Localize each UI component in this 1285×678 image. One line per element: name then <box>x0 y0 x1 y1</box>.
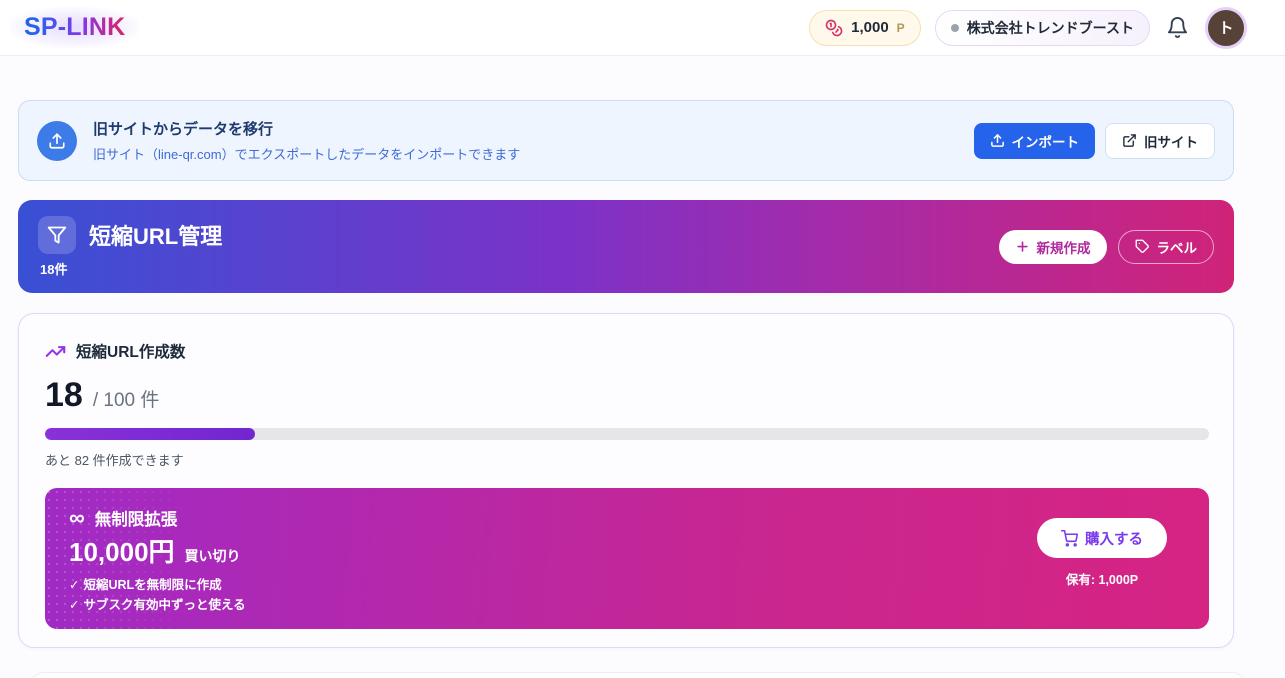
page-title: 短縮URL管理 <box>89 219 222 251</box>
buy-button[interactable]: 購入する <box>1037 518 1167 558</box>
page: SP-LINK 1,000 P 株式会社トレンドブースト <box>0 0 1285 678</box>
trending-up-icon <box>45 341 66 362</box>
top-header: SP-LINK 1,000 P 株式会社トレンドブースト <box>0 0 1285 56</box>
points-value: 1,000 <box>851 19 889 36</box>
create-new-button[interactable]: 新規作成 <box>999 230 1107 264</box>
avatar[interactable]: ト <box>1205 7 1247 49</box>
cart-icon <box>1061 530 1078 547</box>
check-icon: ✓ <box>69 575 79 595</box>
migration-title: 旧サイトからデータを移行 <box>93 118 520 139</box>
infinity-icon: ∞ <box>69 507 85 529</box>
balance-text: 保有: 1,000P <box>1066 569 1138 588</box>
next-card-peek <box>30 672 1246 678</box>
upsell-price: 10,000円 <box>69 539 175 565</box>
upload-circle-icon <box>37 121 77 161</box>
app-logo[interactable]: SP-LINK <box>10 7 139 48</box>
usage-card: 短縮URL作成数 18 / 100 件 あと 82 件作成できます ∞ 無制限拡… <box>18 313 1234 648</box>
label-button[interactable]: ラベル <box>1118 230 1215 264</box>
external-link-icon <box>1122 133 1137 148</box>
filter-icon <box>38 216 76 254</box>
coins-icon <box>825 19 843 37</box>
upsell-feature: ✓サブスク有効中ずっと使える <box>69 595 246 615</box>
upsell-feature: ✓短縮URLを無制限に作成 <box>69 575 246 595</box>
notifications-button[interactable] <box>1164 14 1191 41</box>
usage-limit: / 100 件 <box>93 385 160 412</box>
old-site-button[interactable]: 旧サイト <box>1105 123 1215 159</box>
tag-icon <box>1135 239 1150 254</box>
buy-button-label: 購入する <box>1085 528 1143 549</box>
usage-progress-track <box>45 428 1209 440</box>
migration-banner: 旧サイトからデータを移行 旧サイト（line-qr.com）でエクスポートしたデ… <box>18 100 1234 181</box>
main-content: 旧サイトからデータを移行 旧サイト（line-qr.com）でエクスポートしたデ… <box>0 56 1285 648</box>
company-name: 株式会社トレンドブースト <box>967 18 1134 38</box>
points-badge[interactable]: 1,000 P <box>809 10 921 46</box>
migration-texts: 旧サイトからデータを移行 旧サイト（line-qr.com）でエクスポートしたデ… <box>93 118 520 163</box>
app-logo-text: SP-LINK <box>24 13 125 41</box>
upsell-title: 無制限拡張 <box>95 506 178 530</box>
upsell-price-note: 買い切り <box>185 546 241 566</box>
import-button[interactable]: インポート <box>974 123 1096 159</box>
points-unit: P <box>897 21 905 35</box>
import-button-label: インポート <box>1012 131 1080 151</box>
band-actions: 新規作成 ラベル <box>999 230 1215 264</box>
usage-current: 18 <box>45 378 83 412</box>
create-new-label: 新規作成 <box>1037 237 1091 257</box>
upsell-feature-list: ✓短縮URLを無制限に作成 ✓サブスク有効中ずっと使える <box>69 575 246 615</box>
unlimited-upsell-card: ∞ 無制限拡張 10,000円 買い切り ✓短縮URLを無制限に作成 ✓サブスク… <box>45 488 1209 629</box>
avatar-initial: ト <box>1218 17 1233 38</box>
old-site-button-label: 旧サイト <box>1144 131 1198 151</box>
plus-icon <box>1015 239 1030 254</box>
url-manager-band: 短縮URL管理 18件 新規作成 <box>18 200 1234 293</box>
company-badge[interactable]: 株式会社トレンドブースト <box>935 10 1150 46</box>
bell-icon <box>1166 16 1189 39</box>
migration-actions: インポート 旧サイト <box>974 123 1216 159</box>
url-count: 18件 <box>40 259 222 278</box>
migration-subtitle: 旧サイト（line-qr.com）でエクスポートしたデータをインポートできます <box>93 144 520 163</box>
upload-icon <box>990 133 1005 148</box>
label-button-label: ラベル <box>1157 237 1198 257</box>
upsell-left: ∞ 無制限拡張 10,000円 買い切り ✓短縮URLを無制限に作成 ✓サブスク… <box>69 506 246 615</box>
usage-remaining-text: あと 82 件作成できます <box>45 450 1207 469</box>
usage-progress-fill <box>45 428 255 440</box>
status-dot-icon <box>951 24 959 32</box>
band-left: 短縮URL管理 18件 <box>38 216 222 278</box>
usage-card-title: 短縮URL作成数 <box>76 340 185 362</box>
check-icon: ✓ <box>69 595 79 615</box>
header-right-group: 1,000 P 株式会社トレンドブースト ト <box>809 7 1247 49</box>
upsell-right: 購入する 保有: 1,000P <box>1037 518 1167 588</box>
